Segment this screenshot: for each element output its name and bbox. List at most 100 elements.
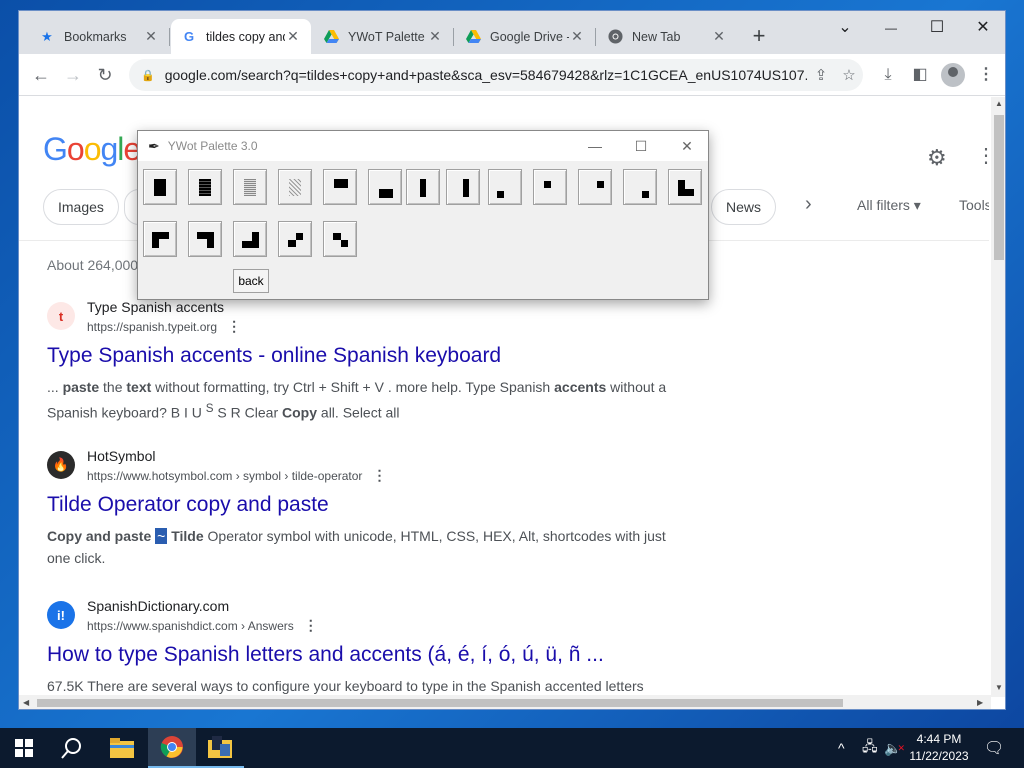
- search-button[interactable]: [48, 728, 96, 768]
- tab-strip: ★ Bookmarks ✕ G tildes copy and ✕ YWoT P…: [19, 11, 1005, 54]
- system-clock[interactable]: 4:44 PM 11/22/2023: [900, 731, 978, 765]
- close-window-button[interactable]: ✕: [961, 15, 1005, 43]
- chevron-right-icon[interactable]: ›: [805, 193, 812, 216]
- result-snippet: Copy and paste ~ Tilde Operator symbol w…: [47, 528, 666, 566]
- download-icon[interactable]: ⤓: [877, 64, 899, 86]
- palette-quadrant-three-ul-ll-lr[interactable]: [668, 169, 702, 205]
- maximize-button[interactable]: ☐: [915, 15, 959, 43]
- tab-search-button[interactable]: ⌄: [823, 15, 867, 43]
- minimize-button[interactable]: —: [869, 15, 913, 43]
- palette-minimize-button[interactable]: —: [572, 131, 618, 161]
- close-tab-icon[interactable]: ✕: [143, 28, 159, 45]
- palette-maximize-button[interactable]: ☐: [618, 131, 664, 161]
- share-icon[interactable]: ⇪: [807, 66, 835, 84]
- hotsymbol-favicon-icon: 🔥: [47, 451, 75, 479]
- palette-quadrant-upper-left[interactable]: [533, 169, 567, 205]
- ywot-palette-window: ✒ YWot Palette 3.0 — ☐ ✕ back: [137, 130, 709, 300]
- taskbar: ^ 🖧 🔈 ✕ 4:44 PM 11/22/2023 🗨: [0, 728, 1024, 768]
- result-title-link[interactable]: How to type Spanish letters and accents …: [47, 641, 667, 669]
- result-url[interactable]: https://www.spanishdict.com › Answers ⋮: [87, 616, 318, 635]
- result-title-link[interactable]: Tilde Operator copy and paste: [47, 491, 667, 519]
- palette-block-dark-shade[interactable]: [188, 169, 222, 205]
- vertical-scroll-thumb[interactable]: [994, 115, 1004, 260]
- profile-avatar[interactable]: [941, 63, 965, 87]
- chip-news[interactable]: News: [711, 189, 777, 225]
- palette-quadrant-lower-left[interactable]: [488, 169, 522, 205]
- python-app-button[interactable]: [196, 728, 244, 768]
- more-options-icon[interactable]: ⋮: [227, 317, 241, 335]
- palette-quadrant-three-ul-ur-ll[interactable]: [143, 221, 177, 257]
- tools-button[interactable]: Tools: [959, 197, 989, 213]
- scroll-right-icon[interactable]: ▶: [977, 698, 983, 707]
- palette-quadrant-three-ul-ur-lr[interactable]: [188, 221, 222, 257]
- result-snippet: 67.5K There are several ways to configur…: [47, 678, 644, 694]
- start-button[interactable]: [0, 728, 48, 768]
- palette-quadrant-ul-lr[interactable]: [323, 221, 357, 257]
- tab-google-search[interactable]: G tildes copy and ✕: [171, 19, 311, 54]
- chrome-taskbar-button[interactable]: [148, 728, 196, 768]
- side-panel-icon[interactable]: ◧: [909, 64, 931, 86]
- result-url[interactable]: https://www.hotsymbol.com › symbol › til…: [87, 466, 386, 485]
- palette-quadrant-three-ur-ll-lr[interactable]: [233, 221, 267, 257]
- menu-icon[interactable]: ⋮: [975, 64, 997, 86]
- scroll-left-icon[interactable]: ◀: [23, 698, 29, 707]
- palette-back-button[interactable]: back: [233, 269, 269, 293]
- vertical-scrollbar[interactable]: ▲ ▼: [991, 97, 1005, 697]
- palette-block-lower-half[interactable]: [368, 169, 402, 205]
- tab-bookmarks[interactable]: ★ Bookmarks ✕: [29, 19, 170, 54]
- scroll-down-icon[interactable]: ▼: [995, 683, 1003, 692]
- settings-gear-icon[interactable]: ⚙: [927, 145, 947, 171]
- search-result: 🔥 HotSymbol https://www.hotsymbol.com › …: [47, 445, 667, 569]
- new-tab-button[interactable]: +: [747, 25, 771, 49]
- tab-google-drive[interactable]: Google Drive - ✕: [455, 19, 596, 54]
- feather-icon: ✒: [148, 137, 160, 154]
- tab-new-tab[interactable]: New Tab ✕: [597, 19, 737, 54]
- horizontal-scroll-thumb[interactable]: [37, 699, 843, 707]
- palette-close-button[interactable]: ✕: [664, 131, 710, 161]
- horizontal-scrollbar[interactable]: ◀ ▶: [19, 695, 991, 709]
- url-text: google.com/search?q=tildes+copy+and+past…: [164, 67, 807, 83]
- all-filters-button[interactable]: All filters ▾: [857, 197, 921, 214]
- chip-images[interactable]: Images: [43, 189, 119, 225]
- close-tab-icon[interactable]: ✕: [427, 28, 443, 45]
- drive-icon: [323, 29, 339, 45]
- result-url[interactable]: https://spanish.typeit.org ⋮: [87, 317, 241, 336]
- palette-quadrant-ur-ll[interactable]: [278, 221, 312, 257]
- palette-block-left-half[interactable]: [406, 169, 440, 205]
- reload-button[interactable]: ↻: [93, 63, 117, 87]
- network-icon[interactable]: 🖧: [862, 728, 878, 768]
- palette-block-light-shade[interactable]: [278, 169, 312, 205]
- apps-grid-icon[interactable]: ⋮⋮: [976, 143, 989, 168]
- file-explorer-button[interactable]: [98, 728, 146, 768]
- result-site-name: HotSymbol: [87, 447, 156, 464]
- spanishdict-favicon-icon: i!: [47, 601, 75, 629]
- close-tab-icon[interactable]: ✕: [569, 28, 585, 45]
- address-bar[interactable]: 🔒 google.com/search?q=tildes+copy+and+pa…: [129, 59, 863, 91]
- windows-logo-icon: [15, 739, 33, 757]
- more-options-icon[interactable]: ⋮: [304, 616, 318, 634]
- bookmark-star-icon[interactable]: ☆: [835, 66, 863, 84]
- tab-ywot-palette[interactable]: YWoT Palette 3 ✕: [313, 19, 454, 54]
- back-button[interactable]: ←: [29, 63, 53, 87]
- typeit-favicon-icon: t: [47, 302, 75, 330]
- show-hidden-icons[interactable]: ^: [838, 728, 845, 768]
- result-site-name: SpanishDictionary.com: [87, 597, 230, 614]
- palette-quadrant-upper-right[interactable]: [578, 169, 612, 205]
- google-logo[interactable]: Google: [43, 131, 141, 168]
- more-options-icon[interactable]: ⋮: [372, 466, 386, 484]
- chrome-window: ★ Bookmarks ✕ G tildes copy and ✕ YWoT P…: [18, 10, 1006, 710]
- palette-quadrant-lower-right[interactable]: [623, 169, 657, 205]
- close-tab-icon[interactable]: ✕: [285, 28, 301, 45]
- notifications-icon[interactable]: 🗨: [984, 728, 1004, 768]
- palette-block-full[interactable]: [143, 169, 177, 205]
- palette-block-medium-shade[interactable]: [233, 169, 267, 205]
- palette-block-right-half[interactable]: [446, 169, 480, 205]
- palette-block-upper-half[interactable]: [323, 169, 357, 205]
- folder-icon: [110, 738, 134, 758]
- browser-toolbar: ← → ↻ 🔒 google.com/search?q=tildes+copy+…: [19, 54, 1005, 96]
- close-tab-icon[interactable]: ✕: [711, 28, 727, 45]
- result-title-link[interactable]: Type Spanish accents - online Spanish ke…: [47, 342, 667, 370]
- scroll-up-icon[interactable]: ▲: [995, 99, 1003, 108]
- forward-button[interactable]: →: [61, 63, 85, 87]
- chrome-icon: [607, 29, 623, 45]
